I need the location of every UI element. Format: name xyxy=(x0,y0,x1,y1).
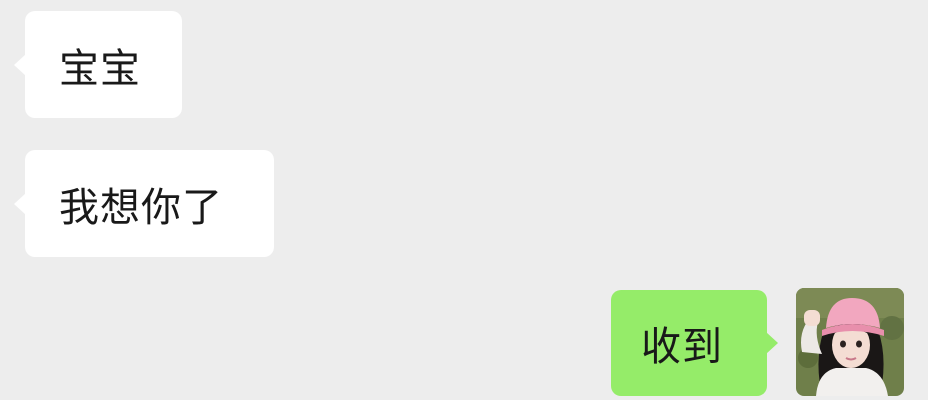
message-text: 我想你了 xyxy=(59,184,223,231)
bubble-tail xyxy=(14,53,26,76)
message-text: 收到 xyxy=(641,324,723,370)
bubble-tail xyxy=(766,332,778,354)
incoming-message-bubble[interactable]: 我想你了 xyxy=(14,150,274,257)
bubble-tail xyxy=(14,192,26,215)
avatar-illustration xyxy=(796,288,904,396)
user-avatar-photo-icon[interactable] xyxy=(796,288,904,396)
incoming-message-bubble[interactable]: 宝宝 xyxy=(14,11,182,118)
outgoing-message-bubble[interactable]: 收到 xyxy=(611,290,778,396)
message-text: 宝宝 xyxy=(59,45,141,92)
